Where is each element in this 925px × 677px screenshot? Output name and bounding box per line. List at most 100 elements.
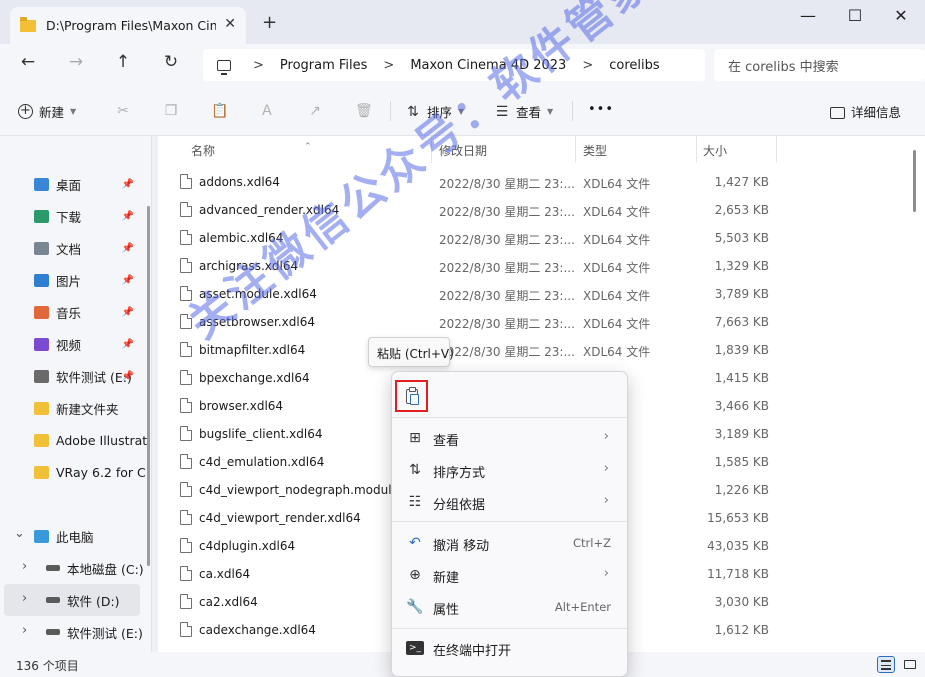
column-name[interactable]: 名称 bbox=[191, 142, 215, 159]
up-button[interactable]: ↑ bbox=[109, 52, 137, 72]
menu-item-open-terminal[interactable]: >_ 在终端中打开 bbox=[392, 632, 627, 664]
file-row[interactable]: alembic.xdl64 2022/8/30 星期二 23:... XDL64 文… bbox=[158, 224, 925, 252]
share-icon[interactable]: ↗ bbox=[307, 103, 323, 119]
sidebar-item-label: 软件测试 (E:) bbox=[56, 369, 132, 385]
sort-button[interactable]: ⇅ 排序 ▼ bbox=[405, 102, 464, 121]
file-list-scrollbar[interactable] bbox=[913, 150, 916, 212]
close-button[interactable]: ✕ bbox=[886, 6, 916, 25]
group-icon: ☷ bbox=[408, 494, 422, 510]
file-icon bbox=[180, 258, 192, 273]
minimize-button[interactable]: — bbox=[793, 6, 823, 25]
menu-item-properties[interactable]: 🔧 属性 Alt+Enter bbox=[392, 591, 627, 623]
file-size: 3,030 KB bbox=[714, 595, 769, 609]
more-options-button[interactable]: ••• bbox=[588, 102, 614, 117]
view-label: 查看 bbox=[516, 105, 542, 120]
copy-icon[interactable]: ❐ bbox=[163, 103, 179, 119]
menu-item-view[interactable]: ⊞ 查看 › bbox=[392, 422, 627, 454]
column-divider[interactable] bbox=[431, 136, 432, 163]
sidebar-item[interactable]: 软件测试 (E:) 📌 bbox=[0, 360, 148, 392]
delete-icon[interactable]: 🗑 bbox=[355, 103, 373, 119]
clipboard-icon bbox=[405, 386, 419, 405]
breadcrumb-maxon[interactable]: Maxon Cinema 4D 2023 bbox=[410, 58, 566, 73]
file-row[interactable]: addons.xdl64 2022/8/30 星期二 23:... XDL64 文件… bbox=[158, 168, 925, 196]
column-divider[interactable] bbox=[575, 136, 576, 163]
sidebar-item-this-pc[interactable]: ⌄ 此电脑 bbox=[0, 520, 148, 552]
file-row[interactable]: advanced_render.xdl64 2022/8/30 星期二 23:..… bbox=[158, 196, 925, 224]
file-row[interactable]: archigrass.xdl64 2022/8/30 星期二 23:... XDL6… bbox=[158, 252, 925, 280]
sidebar-item[interactable]: 图片 📌 bbox=[0, 264, 148, 296]
breadcrumb-separator[interactable]: > bbox=[582, 58, 593, 73]
back-button[interactable]: ← bbox=[14, 52, 42, 72]
new-button[interactable]: + 新建 ▼ bbox=[18, 102, 76, 121]
breadcrumb-program-files[interactable]: Program Files bbox=[280, 58, 368, 73]
sidebar-item[interactable]: 文档 📌 bbox=[0, 232, 148, 264]
menu-item-sort-by[interactable]: ⇅ 排序方式 › bbox=[392, 454, 627, 486]
file-row[interactable]: assetbrowser.xdl64 2022/8/30 星期二 23:... XD… bbox=[158, 308, 925, 336]
forward-button[interactable]: → bbox=[62, 52, 90, 72]
file-icon bbox=[180, 538, 192, 553]
maximize-button[interactable]: ☐ bbox=[840, 6, 870, 25]
cut-icon[interactable]: ✂ bbox=[115, 103, 131, 119]
sidebar-item[interactable]: 视频 📌 bbox=[0, 328, 148, 360]
file-name: c4d_viewport_render.xdl64 bbox=[199, 511, 361, 525]
file-size: 1,226 KB bbox=[714, 483, 769, 497]
chevron-down-icon[interactable]: ⌄ bbox=[14, 526, 25, 541]
file-type: XDL64 文件 bbox=[583, 233, 651, 247]
menu-item-group-by[interactable]: ☷ 分组依据 › bbox=[392, 486, 627, 518]
file-name: browser.xdl64 bbox=[199, 399, 284, 413]
file-name: bugslife_client.xdl64 bbox=[199, 427, 323, 441]
sort-icon: ⇅ bbox=[409, 462, 421, 478]
file-size: 1,329 KB bbox=[714, 259, 769, 273]
file-name: ca.xdl64 bbox=[199, 567, 251, 581]
file-size: 3,466 KB bbox=[714, 399, 769, 413]
file-type: XDL64 文件 bbox=[583, 289, 651, 303]
view-button[interactable]: ☰ 查看 ▼ bbox=[494, 102, 553, 121]
breadcrumb-separator[interactable]: > bbox=[383, 58, 394, 73]
menu-item-new[interactable]: ⊕ 新建 › bbox=[392, 559, 627, 591]
folder-icon bbox=[20, 16, 36, 32]
sidebar-item[interactable]: 音乐 📌 bbox=[0, 296, 148, 328]
file-row[interactable]: asset.module.xdl64 2022/8/30 星期二 23:... XD… bbox=[158, 280, 925, 308]
breadcrumb-separator[interactable]: > bbox=[253, 58, 264, 73]
address-bar[interactable]: > Program Files > Maxon Cinema 4D 2023 >… bbox=[203, 49, 705, 81]
pictures-icon bbox=[34, 273, 49, 287]
sidebar-item[interactable]: Adobe Illustrat bbox=[0, 424, 148, 456]
thumbnails-view-button[interactable] bbox=[901, 656, 919, 673]
column-size[interactable]: 大小 bbox=[703, 142, 727, 159]
sidebar-item[interactable]: 桌面 📌 bbox=[0, 168, 148, 200]
column-type[interactable]: 类型 bbox=[583, 142, 607, 159]
file-row[interactable]: bitmapfilter.xdl64 2022/8/30 星期二 23:... XD… bbox=[158, 336, 925, 364]
search-input[interactable]: 在 corelibs 中搜索 bbox=[714, 49, 925, 81]
window-tab[interactable]: D:\Program Files\Maxon Ciner ✕ bbox=[10, 7, 246, 44]
chevron-right-icon[interactable]: › bbox=[22, 623, 27, 638]
refresh-button[interactable]: ↻ bbox=[157, 52, 185, 72]
file-name: addons.xdl64 bbox=[199, 175, 280, 189]
file-name: c4dplugin.xdl64 bbox=[199, 539, 296, 553]
paste-icon[interactable]: 📋 bbox=[211, 103, 228, 119]
sidebar-item-drive[interactable]: › 软件测试 (E:) bbox=[0, 616, 148, 648]
column-divider[interactable] bbox=[696, 136, 697, 163]
sidebar-item-label: Adobe Illustrat bbox=[56, 432, 148, 448]
file-icon bbox=[180, 202, 192, 217]
drive-icon bbox=[46, 629, 60, 635]
new-tab-button[interactable]: + bbox=[262, 12, 277, 33]
details-button[interactable]: 详细信息 bbox=[830, 102, 901, 121]
sidebar-item-drive[interactable]: › 本地磁盘 (C:) bbox=[0, 552, 148, 584]
column-divider[interactable] bbox=[776, 136, 777, 163]
sidebar-item[interactable]: 新建文件夹 bbox=[0, 392, 148, 424]
sidebar-item[interactable]: VRay 6.2 for C bbox=[0, 456, 148, 488]
chevron-right-icon[interactable]: › bbox=[22, 559, 27, 574]
tab-close-icon[interactable]: ✕ bbox=[224, 16, 236, 32]
details-pane-icon bbox=[830, 106, 845, 119]
paste-button[interactable] bbox=[395, 380, 428, 412]
menu-item-undo[interactable]: ↶ 撤消 移动 Ctrl+Z bbox=[392, 527, 627, 559]
breadcrumb-corelibs[interactable]: corelibs bbox=[609, 58, 659, 73]
sidebar-item-drive[interactable]: › 软件 (D:) bbox=[4, 584, 140, 616]
details-view-button[interactable] bbox=[877, 656, 895, 673]
rename-icon[interactable]: Ａ bbox=[259, 103, 275, 119]
sidebar-item[interactable]: 下载 📌 bbox=[0, 200, 148, 232]
chevron-right-icon[interactable]: › bbox=[22, 591, 27, 606]
column-date[interactable]: 修改日期 bbox=[439, 142, 487, 159]
sidebar-item-label: VRay 6.2 for C bbox=[56, 464, 146, 480]
pin-icon: 📌 bbox=[121, 306, 134, 318]
